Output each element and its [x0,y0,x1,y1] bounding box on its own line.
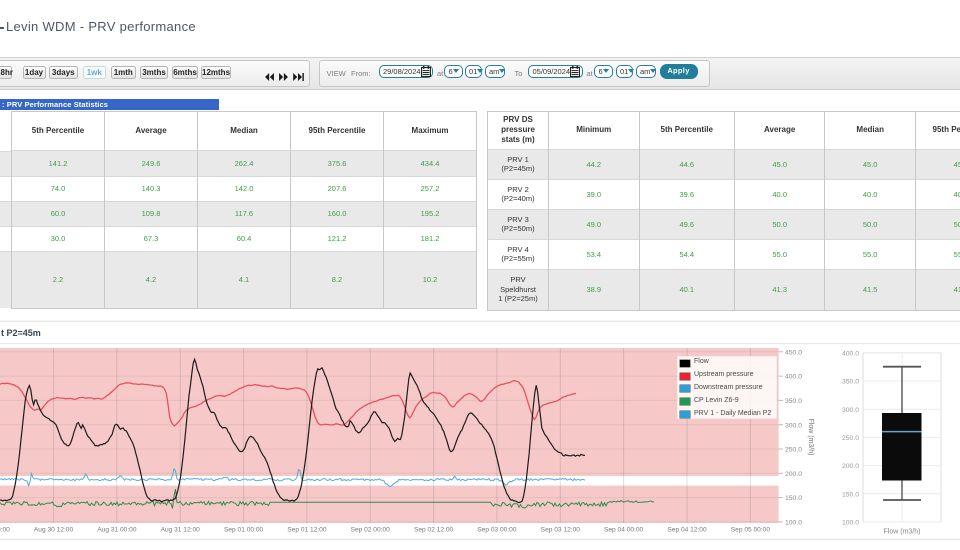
svg-text:350.0: 350.0 [785,398,802,405]
svg-text:Sep 04 00:00: Sep 04 00:00 [604,527,644,534]
svg-text:Aug 31 12:00: Aug 31 12:00 [161,527,201,534]
svg-text:Aug 30 00:00: Aug 30 00:00 [0,527,10,534]
svg-text:Sep 01 00:00: Sep 01 00:00 [224,527,264,534]
svg-text:100.0: 100.0 [785,520,802,527]
svg-text:250.0: 250.0 [785,447,802,454]
svg-text:200.0: 200.0 [785,471,802,478]
svg-text:150.0: 150.0 [785,495,802,502]
svg-text:Sep 04 12:00: Sep 04 12:00 [667,527,707,534]
svg-text:Aug 31 00:00: Aug 31 00:00 [97,527,137,534]
svg-text:Sep 03 12:00: Sep 03 12:00 [541,527,581,534]
svg-text:Sep 01 12:00: Sep 01 12:00 [287,527,327,534]
svg-text:300.0: 300.0 [785,422,802,429]
svg-text:350.0: 350.0 [842,379,859,386]
svg-text:150.0: 150.0 [842,491,859,498]
svg-text:Flow (m3/h): Flow (m3/h) [884,529,921,536]
svg-text:Sep 02 12:00: Sep 02 12:00 [414,527,454,534]
svg-text:250.0: 250.0 [842,435,859,442]
svg-text:Sep 02 00:00: Sep 02 00:00 [351,527,391,534]
svg-text:Aug 30 12:00: Aug 30 12:00 [34,527,74,534]
svg-text:400.0: 400.0 [785,374,802,381]
svg-text:Sep 03 00:00: Sep 03 00:00 [477,527,517,534]
svg-text:Sep 05 00:00: Sep 05 00:00 [731,527,771,534]
svg-text:Flow (m3/h): Flow (m3/h) [807,419,814,456]
svg-text:100.0: 100.0 [842,520,859,527]
svg-text:200.0: 200.0 [842,463,859,470]
svg-text:400.0: 400.0 [842,350,859,357]
svg-text:450.0: 450.0 [785,349,802,356]
svg-text:300.0: 300.0 [842,407,859,414]
